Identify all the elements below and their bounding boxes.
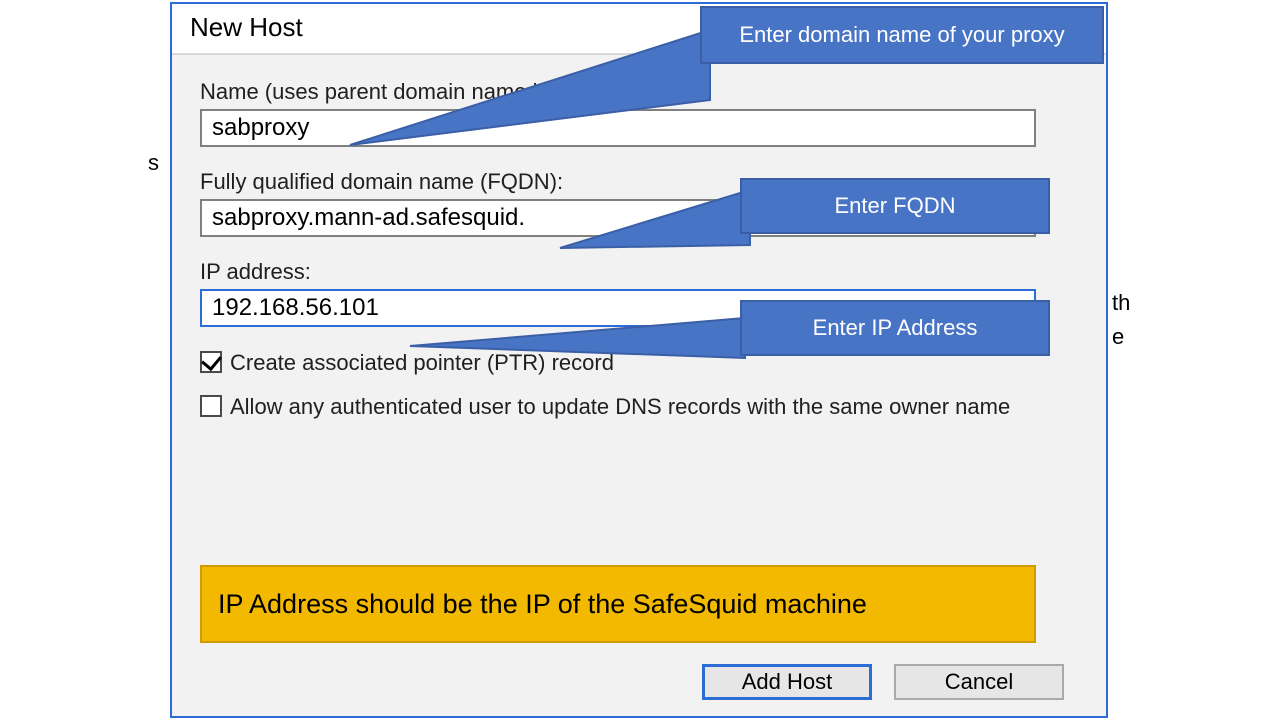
bg-text-fragment: e	[1112, 324, 1124, 350]
bg-text-fragment: s	[148, 150, 159, 176]
ip-note: IP Address should be the IP of the SafeS…	[200, 565, 1036, 643]
callout-ip: Enter IP Address	[740, 300, 1050, 356]
allow-update-checkbox-row: Allow any authenticated user to update D…	[200, 393, 1078, 421]
cancel-button[interactable]: Cancel	[894, 664, 1064, 700]
callout-fqdn: Enter FQDN	[740, 178, 1050, 234]
allow-update-checkbox[interactable]	[200, 395, 222, 417]
callout-tail-icon	[340, 30, 720, 150]
callout-tail-icon	[405, 318, 755, 368]
bg-text-fragment: th	[1112, 290, 1130, 316]
dialog-body: Name (uses parent domain name if blank):…	[172, 53, 1106, 716]
ptr-checkbox[interactable]	[200, 351, 222, 373]
allow-update-checkbox-label: Allow any authenticated user to update D…	[230, 393, 1010, 421]
callout-tail-icon	[550, 190, 760, 260]
dialog-buttons: Add Host Cancel	[702, 664, 1064, 700]
ip-label: IP address:	[200, 259, 1078, 285]
add-host-button[interactable]: Add Host	[702, 664, 872, 700]
callout-domain: Enter domain name of your proxy	[700, 6, 1104, 64]
